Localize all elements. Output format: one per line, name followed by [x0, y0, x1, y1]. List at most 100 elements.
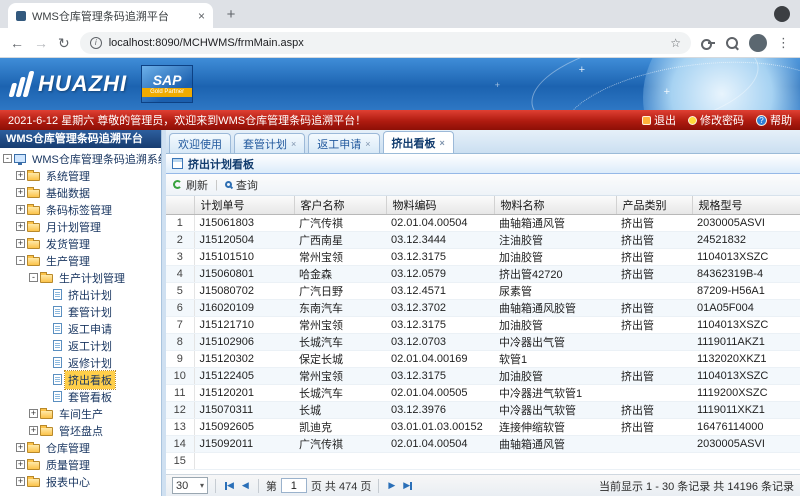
search-button[interactable]: 查询: [225, 177, 258, 193]
tree-item[interactable]: + 月计划管理: [0, 218, 161, 235]
table-row[interactable]: 3J15101510常州宝领03.12.3175加油胶管挤出管1104013XS…: [166, 248, 800, 265]
logout-button[interactable]: 退出: [642, 112, 676, 128]
grid-header-cell[interactable]: 客户名称: [294, 196, 386, 214]
content-tab[interactable]: 返工申请 ×: [308, 133, 379, 153]
grid-header-cell[interactable]: 规格型号: [692, 196, 800, 214]
grid-cell: 1119011AKZ1: [692, 333, 800, 350]
tree-item[interactable]: + 条码标签管理: [0, 201, 161, 218]
tab-close-icon[interactable]: ×: [365, 139, 370, 149]
tree-item[interactable]: 套管计划: [0, 303, 161, 320]
page-number-input[interactable]: [281, 478, 307, 493]
tree-item[interactable]: + 仓库管理: [0, 439, 161, 456]
tree-expander-icon[interactable]: +: [16, 171, 25, 180]
table-row[interactable]: 2J15120504广西南星03.12.3444注油胶管挤出管24521832: [166, 231, 800, 248]
next-page-button[interactable]: ▶: [386, 481, 397, 490]
back-icon[interactable]: ←: [10, 36, 24, 50]
table-row[interactable]: 12J15070311长城03.12.3976中冷器出气软管挤出管1119011…: [166, 401, 800, 418]
tree-item[interactable]: + 报表中心: [0, 473, 161, 490]
browser-tab-close-icon[interactable]: ×: [198, 9, 205, 23]
tree-label: 返修计划: [65, 354, 115, 372]
tree-expander-icon[interactable]: +: [16, 205, 25, 214]
grid-header-cell[interactable]: 物料编码: [386, 196, 494, 214]
prev-page-button[interactable]: ◀: [240, 481, 251, 490]
tree-expander-icon[interactable]: +: [29, 426, 38, 435]
tree-expander-icon[interactable]: -: [3, 154, 12, 163]
tree-item[interactable]: 返工计划: [0, 337, 161, 354]
table-row[interactable]: 8J15102906长城汽车03.12.0703中冷器出气管1119011AKZ…: [166, 333, 800, 350]
table-row[interactable]: 15: [166, 452, 800, 469]
tree-item[interactable]: - WMS仓库管理条码追溯系统: [0, 150, 161, 167]
browser-menu-icon[interactable]: ⋮: [777, 35, 790, 51]
browser-tab[interactable]: WMS仓库管理条码追溯平台 ×: [8, 3, 213, 28]
tree-expander-icon[interactable]: +: [16, 239, 25, 248]
tree-item[interactable]: + 发货管理: [0, 235, 161, 252]
first-page-button[interactable]: ◀: [223, 481, 236, 490]
brand-name: HUAZHI: [38, 71, 127, 97]
bookmark-star-icon[interactable]: ☆: [670, 36, 681, 50]
grid-cell: 东南汽车: [294, 299, 386, 316]
tree-expander-icon[interactable]: +: [16, 477, 25, 486]
key-icon[interactable]: [701, 36, 715, 50]
last-page-button[interactable]: ▶: [401, 481, 414, 490]
table-row[interactable]: 4J15060801哈金森03.12.0579挤出管42720挤出管843623…: [166, 265, 800, 282]
table-row[interactable]: 1J15061803广汽传祺02.01.04.00504曲轴箱通风管挤出管203…: [166, 214, 800, 231]
grid-header-cell[interactable]: 产品类别: [616, 196, 692, 214]
tree-item[interactable]: 返工申请: [0, 320, 161, 337]
tree-expander-icon[interactable]: +: [16, 222, 25, 231]
grid-cell: 保定长城: [294, 350, 386, 367]
reload-icon[interactable]: ↻: [58, 36, 70, 50]
tree-item[interactable]: + 管坯盘点: [0, 422, 161, 439]
tab-close-icon[interactable]: ×: [291, 139, 296, 149]
refresh-button[interactable]: 刷新: [173, 177, 208, 193]
row-number-cell: 9: [166, 350, 194, 367]
info-icon[interactable]: i: [90, 37, 102, 49]
tree-expander-icon[interactable]: -: [16, 256, 25, 265]
grid-cell: [616, 435, 692, 452]
table-row[interactable]: 13J15092605凯迪克03.01.01.03.00152连接伸缩软管挤出管…: [166, 418, 800, 435]
tree-item[interactable]: + 基础数据: [0, 184, 161, 201]
tree-item[interactable]: 挤出计划: [0, 286, 161, 303]
content-tab[interactable]: 套管计划 ×: [234, 133, 305, 153]
table-row[interactable]: 6J16020109东南汽车03.12.3702曲轴箱通风胶管挤出管01A05F…: [166, 299, 800, 316]
table-row[interactable]: 7J15121710常州宝领03.12.3175加油胶管挤出管1104013XS…: [166, 316, 800, 333]
tree-item[interactable]: - 生产管理: [0, 252, 161, 269]
browser-avatar[interactable]: [749, 34, 767, 52]
grid-cell: [494, 452, 616, 469]
forward-icon[interactable]: →: [34, 36, 48, 50]
logout-label: 退出: [654, 112, 676, 128]
tree-item[interactable]: 套管看板: [0, 388, 161, 405]
browser-tab-title: WMS仓库管理条码追溯平台: [32, 8, 192, 24]
page-size-select[interactable]: 30 ▾: [172, 477, 208, 494]
tree-item[interactable]: + 车间生产: [0, 405, 161, 422]
content-tab[interactable]: 欢迎使用 ×: [169, 133, 231, 153]
tab-close-icon[interactable]: ×: [440, 138, 445, 148]
table-row[interactable]: 11J15120201长城汽车02.01.04.00505中冷器进气软管1111…: [166, 384, 800, 401]
grid-header-cell[interactable]: 计划单号: [194, 196, 294, 214]
new-tab-button[interactable]: +: [219, 2, 243, 26]
tree-expander-icon[interactable]: -: [29, 273, 38, 282]
browser-profile-avatar[interactable]: [774, 6, 790, 22]
tree-item[interactable]: - 生产计划管理: [0, 269, 161, 286]
tree-expander-icon[interactable]: +: [29, 409, 38, 418]
tree-item[interactable]: + 质量管理: [0, 456, 161, 473]
grid-header-cell[interactable]: 物料名称: [494, 196, 616, 214]
help-button[interactable]: ?帮助: [756, 112, 792, 128]
change-password-button[interactable]: 修改密码: [688, 112, 744, 128]
tree-item[interactable]: 挤出看板: [0, 371, 161, 388]
tree-expander-icon[interactable]: +: [16, 443, 25, 452]
table-row[interactable]: 5J15080702广汽日野03.12.4571尿素管87209-H56A1: [166, 282, 800, 299]
table-row[interactable]: 9J15120302保定长城02.01.04.00169软管11132020XK…: [166, 350, 800, 367]
grid-cell: 1104013XSZC: [692, 367, 800, 384]
tree-item[interactable]: + 系统管理: [0, 167, 161, 184]
grid-cell: 加油胶管: [494, 248, 616, 265]
table-row[interactable]: 14J15092011广汽传祺02.01.04.00504曲轴箱通风管20300…: [166, 435, 800, 452]
zoom-icon[interactable]: [725, 36, 739, 50]
tree-expander-icon[interactable]: +: [16, 188, 25, 197]
content-tab[interactable]: 挤出看板 ×: [383, 131, 454, 153]
row-number-header: [166, 196, 194, 214]
tree-item[interactable]: 返修计划: [0, 354, 161, 371]
table-row[interactable]: 10J15122405常州宝领03.12.3175加油胶管挤出管1104013X…: [166, 367, 800, 384]
tree-expander-icon[interactable]: +: [16, 460, 25, 469]
url-bar[interactable]: i localhost:8090/MCHWMS/frmMain.aspx ☆: [80, 32, 691, 54]
row-number-cell: 1: [166, 214, 194, 231]
